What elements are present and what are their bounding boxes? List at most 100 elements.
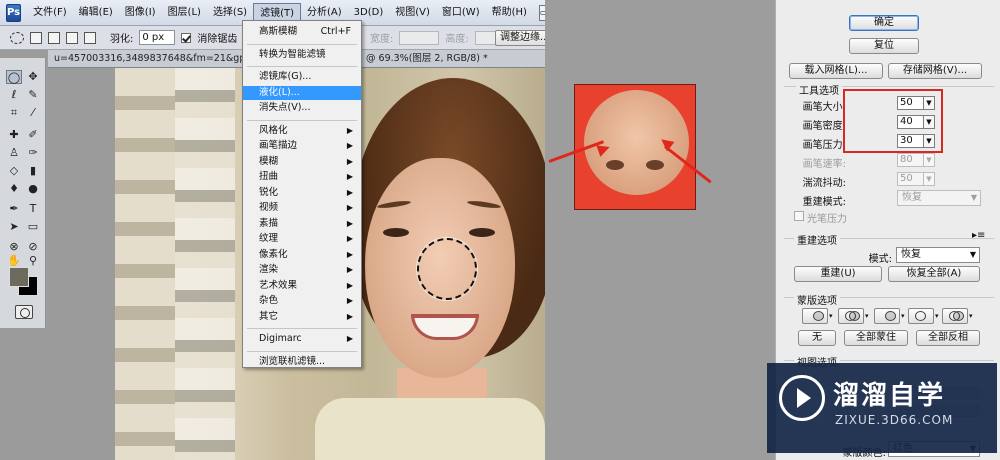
mask-intersect-icon[interactable]: [908, 308, 934, 324]
mask-invert-icon[interactable]: [942, 308, 968, 324]
type-tool-icon[interactable]: T: [25, 202, 41, 216]
antialias-checkbox[interactable]: [181, 32, 192, 43]
filter-menu-item[interactable]: 艺术效果 ▶: [243, 279, 361, 293]
filter-menu-item[interactable]: 消失点(V)...: [243, 101, 361, 115]
filter-menu-dropdown: 高斯模糊 Ctrl+F 转换为智能滤镜滤镜库(G)... 液化(L)... 消失点(V)…: [242, 20, 362, 368]
brush-size-label: 画笔大小:: [802, 102, 846, 113]
left-nostril: [606, 160, 624, 170]
reconstruct-mode-value: 恢复: [902, 192, 922, 203]
lasso-tool-icon[interactable]: ℓ: [6, 88, 22, 102]
elliptical-selection[interactable]: [417, 238, 477, 300]
ok-button[interactable]: 确定: [849, 15, 919, 31]
quick-select-tool-icon[interactable]: ✎: [25, 88, 41, 102]
filter-menu-item[interactable]: 杂色 ▶: [243, 294, 361, 308]
filter-menu-item-label: 高斯模糊: [259, 26, 298, 37]
filter-menu-item[interactable]: 渲染 ▶: [243, 263, 361, 277]
filter-menu-item[interactable]: 浏览联机滤镜...: [243, 355, 361, 369]
move-tool-icon[interactable]: ✥: [25, 70, 41, 84]
filter-menu-item-label: 锐化: [259, 186, 279, 198]
foreground-color-swatch[interactable]: [9, 267, 29, 287]
crop-tool-icon[interactable]: ⌗: [6, 106, 22, 120]
submenu-arrow-icon: ▶: [346, 334, 353, 343]
history-brush-icon[interactable]: ✑: [25, 146, 41, 160]
reconstruct-button[interactable]: 重建(U): [794, 266, 882, 282]
eraser-tool-icon[interactable]: ◇: [6, 164, 22, 178]
filter-menu-item-label: 渲染: [259, 264, 279, 275]
menu-layer[interactable]: 图层(L): [162, 3, 207, 23]
stylus-pressure-checkbox[interactable]: [794, 211, 804, 221]
toolbox: ◯ ✥ ℓ ✎ ⌗ ⁄ ✚ ✐ ♙ ✑ ◇ ▮ ♦ ● ✒ T ➤ ▭ ⊗ ⊘ …: [0, 58, 46, 328]
filter-menu-item[interactable]: 高斯模糊 Ctrl+F: [243, 25, 361, 39]
filter-menu-item[interactable]: 其它 ▶: [243, 310, 361, 324]
panel-menu-icon[interactable]: ▸≡: [972, 230, 985, 241]
menu-help[interactable]: 帮助(H): [486, 3, 533, 23]
filter-menu-item[interactable]: 画笔描边 ▶: [243, 139, 361, 153]
3d-orbit-icon[interactable]: ⊘: [25, 240, 41, 254]
menu-separator: [247, 119, 357, 121]
filter-menu-item-label: 滤镜库(G)...: [259, 71, 312, 82]
mask-subtract-icon[interactable]: [874, 308, 900, 324]
filter-menu-item[interactable]: 锐化 ▶: [243, 186, 361, 200]
menu-view[interactable]: 视图(V): [389, 3, 436, 23]
mask-add-icon[interactable]: [838, 308, 864, 324]
filter-menu-item[interactable]: 视频 ▶: [243, 201, 361, 215]
brush-tool-icon[interactable]: ✐: [25, 128, 41, 142]
submenu-arrow-icon: ▶: [346, 125, 353, 135]
play-logo-icon: [779, 375, 825, 421]
filter-menu-item[interactable]: 滤镜库(G)...: [243, 70, 361, 84]
path-select-icon[interactable]: ➤: [6, 220, 22, 234]
new-selection-icon[interactable]: [30, 31, 42, 44]
mask-replace-icon[interactable]: [802, 308, 828, 324]
filter-menu-item[interactable]: 素描 ▶: [243, 217, 361, 231]
3d-rotate-icon[interactable]: ⊗: [6, 240, 22, 254]
restore-all-button[interactable]: 恢复全部(A): [888, 266, 980, 282]
marquee-tool-icon[interactable]: ◯: [6, 70, 22, 84]
mode-select[interactable]: 恢复 ▼: [896, 247, 980, 263]
height-label: 高度:: [445, 34, 469, 45]
eyedropper-tool-icon[interactable]: ⁄: [25, 106, 41, 120]
pen-tool-icon[interactable]: ✒: [6, 202, 22, 216]
filter-menu-item[interactable]: 液化(L)...: [243, 85, 361, 100]
quick-mask-icon[interactable]: [15, 305, 33, 319]
intersect-selection-icon[interactable]: [84, 31, 96, 44]
filter-menu-item-label: 像素化: [259, 248, 288, 260]
chevron-down-icon: ▾: [829, 312, 833, 320]
filter-menu-item[interactable]: 像素化 ▶: [243, 248, 361, 262]
add-selection-icon[interactable]: [48, 31, 60, 44]
zoom-tool-icon[interactable]: ⚲: [25, 254, 41, 268]
subtract-selection-icon[interactable]: [66, 31, 78, 44]
reset-button[interactable]: 复位: [849, 38, 919, 54]
submenu-arrow-icon: ▶: [346, 187, 353, 197]
brush-pressure-label: 画笔压力:: [802, 140, 846, 151]
gradient-tool-icon[interactable]: ▮: [25, 164, 41, 178]
mask-none-button[interactable]: 无: [798, 330, 836, 346]
menu-image[interactable]: 图像(I): [119, 3, 162, 23]
menu-window[interactable]: 窗口(W): [436, 3, 486, 23]
hand-tool-icon[interactable]: ✋: [6, 254, 22, 268]
chevron-down-icon: ▾: [969, 312, 973, 320]
healing-brush-icon[interactable]: ✚: [6, 128, 22, 142]
filter-menu-item[interactable]: 风格化 ▶: [243, 124, 361, 138]
dodge-tool-icon[interactable]: ●: [25, 182, 41, 196]
feather-input[interactable]: 0 px: [139, 30, 176, 45]
filter-menu-item[interactable]: 纹理 ▶: [243, 232, 361, 246]
save-mesh-button[interactable]: 存储网格(V)...: [888, 63, 982, 79]
filter-menu-item-label: 杂色: [259, 295, 279, 306]
filter-menu-item[interactable]: 扭曲 ▶: [243, 170, 361, 184]
menu-edit[interactable]: 编辑(E): [73, 3, 119, 23]
workspace-background: [545, 0, 775, 460]
filter-menu-item[interactable]: 转换为智能滤镜: [243, 48, 361, 62]
filter-menu-item[interactable]: 模糊 ▶: [243, 155, 361, 169]
invert-all-button[interactable]: 全部反相: [916, 330, 980, 346]
tool-options-title: 工具选项: [796, 82, 842, 97]
filter-menu-item[interactable]: Digimarc ▶: [243, 332, 361, 346]
menu-file[interactable]: 文件(F): [27, 3, 73, 23]
clone-stamp-icon[interactable]: ♙: [6, 146, 22, 160]
blur-tool-icon[interactable]: ♦: [6, 182, 22, 196]
elliptical-marquee-icon[interactable]: [10, 31, 24, 44]
mask-all-button[interactable]: 全部蒙住: [844, 330, 908, 346]
load-mesh-button[interactable]: 载入网格(L)...: [789, 63, 883, 79]
shape-tool-icon[interactable]: ▭: [25, 220, 41, 234]
submenu-arrow-icon: ▶: [346, 296, 353, 305]
filter-menu-item-label: 消失点(V)...: [259, 102, 311, 113]
